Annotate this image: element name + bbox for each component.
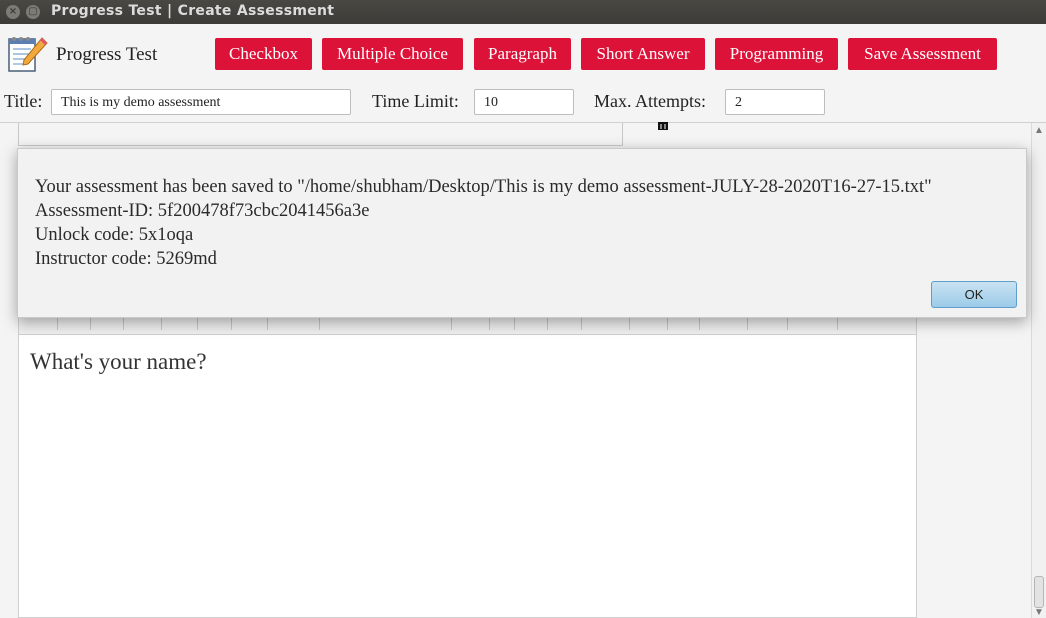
window-close-button[interactable]: × <box>6 5 20 19</box>
window-minimize-button[interactable]: ▢ <box>26 5 40 19</box>
add-checkbox-button[interactable]: Checkbox <box>215 38 312 70</box>
question-text: What's your name? <box>30 349 207 374</box>
vertical-scrollbar[interactable]: ▲ ▼ <box>1031 123 1046 618</box>
main-toolbar: Progress Test Checkbox Multiple Choice P… <box>0 24 1046 86</box>
time-limit-label: Time Limit: <box>372 91 459 111</box>
save-confirmation-dialog: Your assessment has been saved to "/home… <box>17 148 1027 318</box>
add-multiple-choice-button[interactable]: Multiple Choice <box>322 38 463 70</box>
max-attempts-label: Max. Attempts: <box>594 91 706 111</box>
assessment-settings-row: Title: This is my demo assessment Time L… <box>0 86 1046 122</box>
dialog-message-line: Instructor code: 5269md <box>35 249 217 269</box>
time-limit-input[interactable]: 10 <box>474 89 574 115</box>
dialog-message-line: Your assessment has been saved to "/home… <box>35 177 932 197</box>
scrollbar-thumb[interactable] <box>1034 576 1044 608</box>
add-short-answer-button[interactable]: Short Answer <box>581 38 705 70</box>
app-name: Progress Test <box>56 44 158 65</box>
ok-button[interactable]: OK <box>931 281 1017 308</box>
window-title: Progress Test | Create Assessment <box>51 3 335 19</box>
title-label: Title: <box>4 91 43 111</box>
add-paragraph-button[interactable]: Paragraph <box>474 38 571 70</box>
add-programming-button[interactable]: Programming <box>715 38 838 70</box>
max-attempts-input[interactable]: 2 <box>725 89 825 115</box>
question-editor[interactable]: What's your name? <box>18 335 917 618</box>
title-input[interactable]: This is my demo assessment <box>51 89 351 115</box>
previous-question-box <box>18 123 623 146</box>
dialog-message-line: Assessment-ID: 5f200478f73cbc2041456a3e <box>35 201 370 221</box>
save-assessment-button[interactable]: Save Assessment <box>848 38 997 70</box>
notepad-pencil-icon <box>8 37 48 72</box>
scroll-up-arrow-icon[interactable]: ▲ <box>1034 125 1044 136</box>
scroll-down-arrow-icon[interactable]: ▼ <box>1034 607 1044 618</box>
dialog-message-line: Unlock code: 5x1oqa <box>35 225 194 245</box>
window-titlebar: × ▢ Progress Test | Create Assessment <box>0 0 1046 24</box>
delete-question-icon[interactable] <box>657 122 669 130</box>
